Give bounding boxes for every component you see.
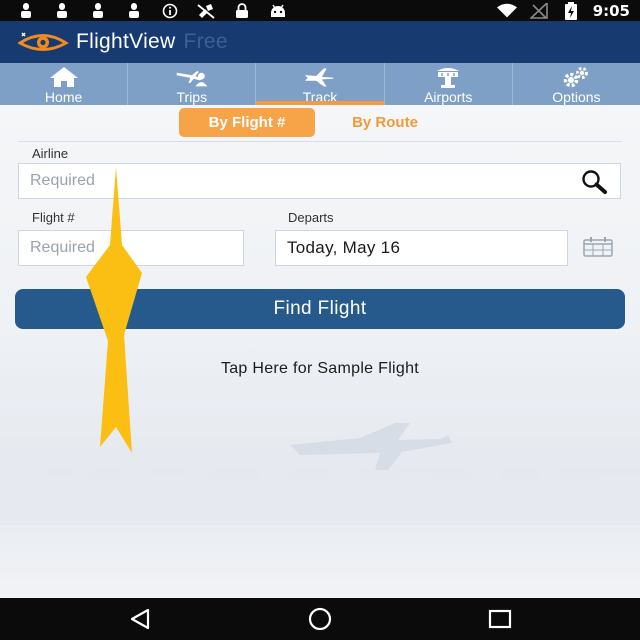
- lock-icon: [232, 2, 252, 19]
- status-time: 9:05: [592, 1, 630, 20]
- home-icon: [47, 66, 81, 88]
- tab-options[interactable]: Options: [513, 63, 640, 105]
- app-bar: FlightView Free: [0, 21, 640, 63]
- status-bar: 9:05: [0, 0, 640, 21]
- back-icon[interactable]: [120, 604, 160, 634]
- app-edition: Free: [183, 30, 228, 53]
- tab-track[interactable]: Track: [256, 63, 385, 105]
- tab-label: Home: [44, 89, 83, 105]
- tab-bar: Home Trips Track Airports Options: [0, 63, 640, 105]
- plane-icon: [303, 66, 337, 88]
- wifi-icon: [496, 3, 517, 19]
- tab-label: Track: [302, 89, 338, 105]
- track-flight-panel: By Flight # By Route Airline Flight # De…: [0, 105, 640, 598]
- gears-icon: [559, 66, 593, 88]
- info-icon: [160, 3, 180, 19]
- yellow-arrow-annotation: [86, 167, 142, 453]
- home-circle-icon[interactable]: [300, 604, 340, 634]
- tab-label: Options: [552, 89, 601, 105]
- app-title: FlightView Free: [76, 30, 228, 54]
- tab-label: Trips: [176, 89, 208, 105]
- satellite-off-icon: [196, 3, 216, 19]
- battery-charging-icon: [561, 1, 581, 20]
- app-name: FlightView: [76, 30, 176, 53]
- trips-icon: [175, 66, 209, 88]
- android-icon: [268, 3, 288, 19]
- status-bar-system: 9:05: [496, 1, 630, 20]
- signal-off-icon: [529, 2, 549, 19]
- tab-airports[interactable]: Airports: [385, 63, 513, 105]
- navigation-bar: [0, 598, 640, 640]
- recents-icon[interactable]: [480, 604, 520, 634]
- notification-icon: [88, 2, 108, 19]
- tab-trips[interactable]: Trips: [128, 63, 257, 105]
- notification-icon: [124, 2, 144, 19]
- eye-logo-icon: [17, 30, 70, 59]
- tab-label: Airports: [424, 89, 473, 105]
- tab-home[interactable]: Home: [0, 63, 129, 105]
- notification-icon: [52, 2, 72, 19]
- status-bar-notifications: [16, 2, 288, 19]
- notification-icon: [16, 2, 36, 19]
- airport-icon: [431, 66, 465, 88]
